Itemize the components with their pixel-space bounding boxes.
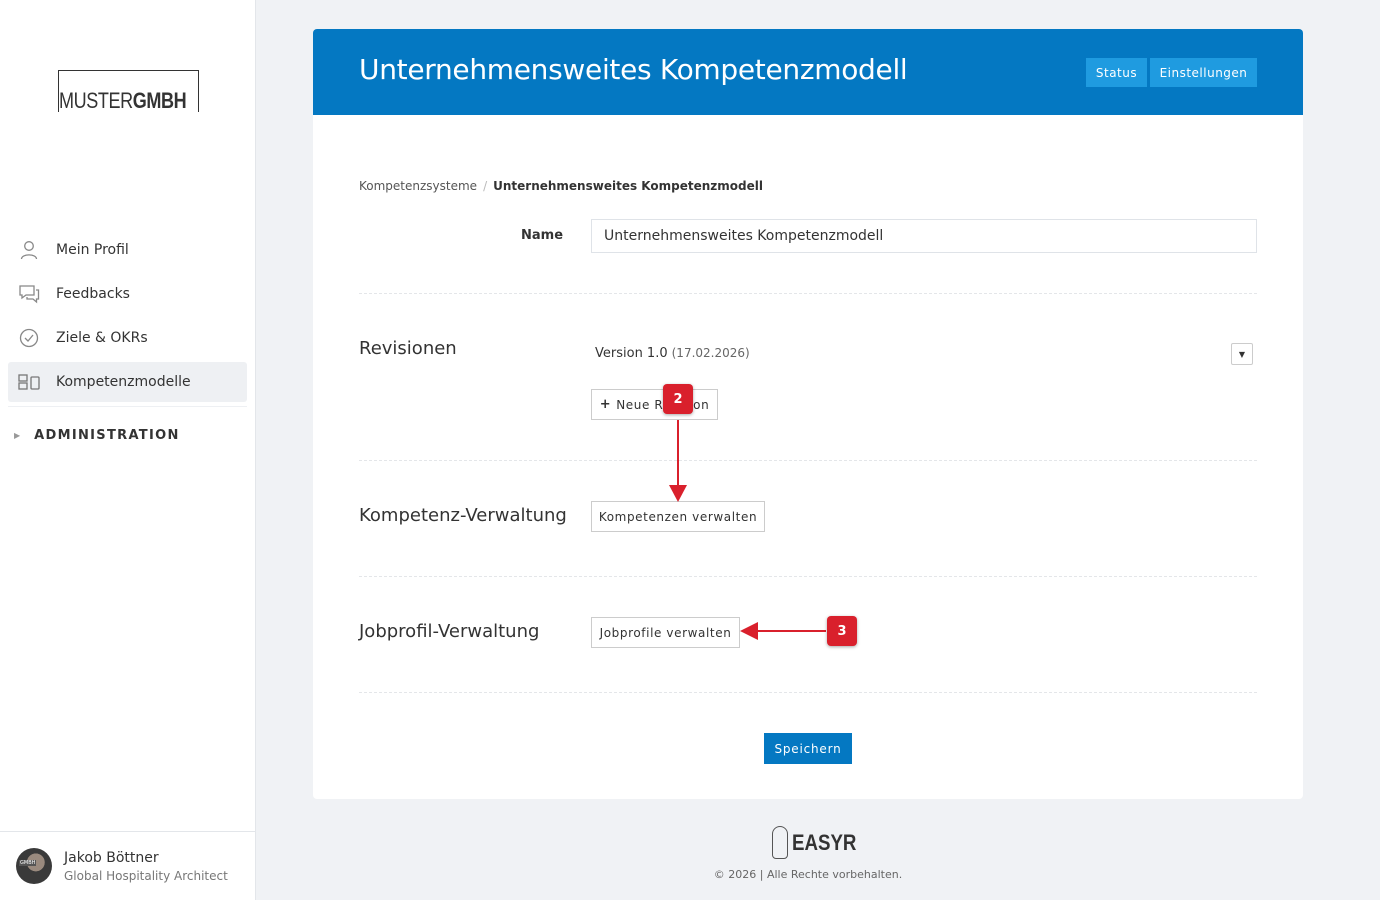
annotation-marker-3: 3 (827, 616, 857, 646)
sidebar-item-label: Ziele & OKRs (56, 330, 148, 346)
main-nav: Mein Profil Feedbacks Ziele & OKRs Kompe… (8, 230, 247, 407)
revisions-label: Revisionen (359, 338, 457, 359)
breadcrumb-separator: / (483, 179, 488, 193)
page-header: Unternehmensweites Kompetenzmodell Statu… (313, 29, 1303, 115)
sidebar-item-mein-profil[interactable]: Mein Profil (8, 230, 247, 270)
sidebar-item-label: Kompetenzmodelle (56, 374, 191, 390)
competence-section-label: Kompetenz-Verwaltung (359, 505, 567, 526)
easyr-logo: EASYR (772, 826, 868, 859)
sidebar-item-ziele-okrs[interactable]: Ziele & OKRs (8, 318, 247, 358)
section-divider (359, 692, 1257, 693)
user-icon (18, 239, 40, 261)
copyright: © 2026 | Alle Rechte vorbehalten. (713, 868, 903, 881)
new-revision-button[interactable]: +Neue Revision (591, 389, 718, 420)
version-select[interactable]: Version 1.0 (17.02.2026) (595, 346, 750, 361)
check-circle-icon (18, 327, 40, 349)
easyr-brand: EASYR (792, 829, 857, 855)
name-input[interactable] (591, 219, 1257, 253)
user-name: Jakob Böttner (64, 850, 159, 866)
jobprofile-section-label: Jobprofil-Verwaltung (359, 621, 540, 642)
version-label: Version 1.0 (595, 346, 668, 361)
expand-triangle-icon: ▶ (14, 431, 21, 440)
sidebar-item-label: Mein Profil (56, 242, 129, 258)
manage-jobprofiles-button[interactable]: Jobprofile verwalten (591, 617, 740, 648)
manage-competencies-button[interactable]: Kompetenzen verwalten (591, 501, 765, 532)
section-divider (359, 293, 1257, 294)
caret-down-icon: ▼ (1238, 349, 1246, 359)
company-logo[interactable]: MUSTERGMBH (58, 70, 199, 113)
sidebar-item-label: Feedbacks (56, 286, 130, 302)
sidebar-item-administration[interactable]: ▶ ADMINISTRATION (14, 428, 180, 443)
chat-icon (18, 283, 40, 305)
save-button[interactable]: Speichern (764, 733, 852, 764)
settings-button[interactable]: Einstellungen (1150, 58, 1257, 87)
admin-label: ADMINISTRATION (34, 428, 180, 443)
page-title: Unternehmensweites Kompetenzmodell (359, 53, 908, 86)
nav-divider (8, 406, 247, 407)
sidebar-item-feedbacks[interactable]: Feedbacks (8, 274, 247, 314)
section-divider (359, 576, 1257, 577)
easyr-logo-icon (772, 826, 788, 859)
breadcrumb-parent-link[interactable]: Kompetenzsysteme (359, 179, 477, 193)
logo-part-gmbh: GMBH (132, 88, 187, 113)
status-button[interactable]: Status (1086, 58, 1147, 87)
user-panel[interactable]: GMBH Jakob Böttner Global Hospitality Ar… (0, 831, 255, 900)
sidebar: MUSTERGMBH Mein Profil Feedbacks Ziele &… (0, 0, 256, 900)
breadcrumb: Kompetenzsysteme / Unternehmensweites Ko… (359, 179, 763, 193)
version-dropdown-button[interactable]: ▼ (1231, 343, 1253, 365)
breadcrumb-current: Unternehmensweites Kompetenzmodell (493, 179, 763, 193)
models-icon (18, 371, 40, 393)
sidebar-item-kompetenzmodelle[interactable]: Kompetenzmodelle (8, 362, 247, 402)
version-date: (17.02.2026) (671, 346, 750, 360)
plus-icon: + (599, 397, 612, 412)
logo-part-muster: MUSTER (59, 88, 133, 113)
section-divider (359, 460, 1257, 461)
name-label: Name (521, 228, 564, 243)
avatar-badge: GMBH (19, 860, 37, 866)
main-card: Unternehmensweites Kompetenzmodell Statu… (313, 29, 1303, 799)
annotation-marker-2: 2 (663, 384, 693, 414)
